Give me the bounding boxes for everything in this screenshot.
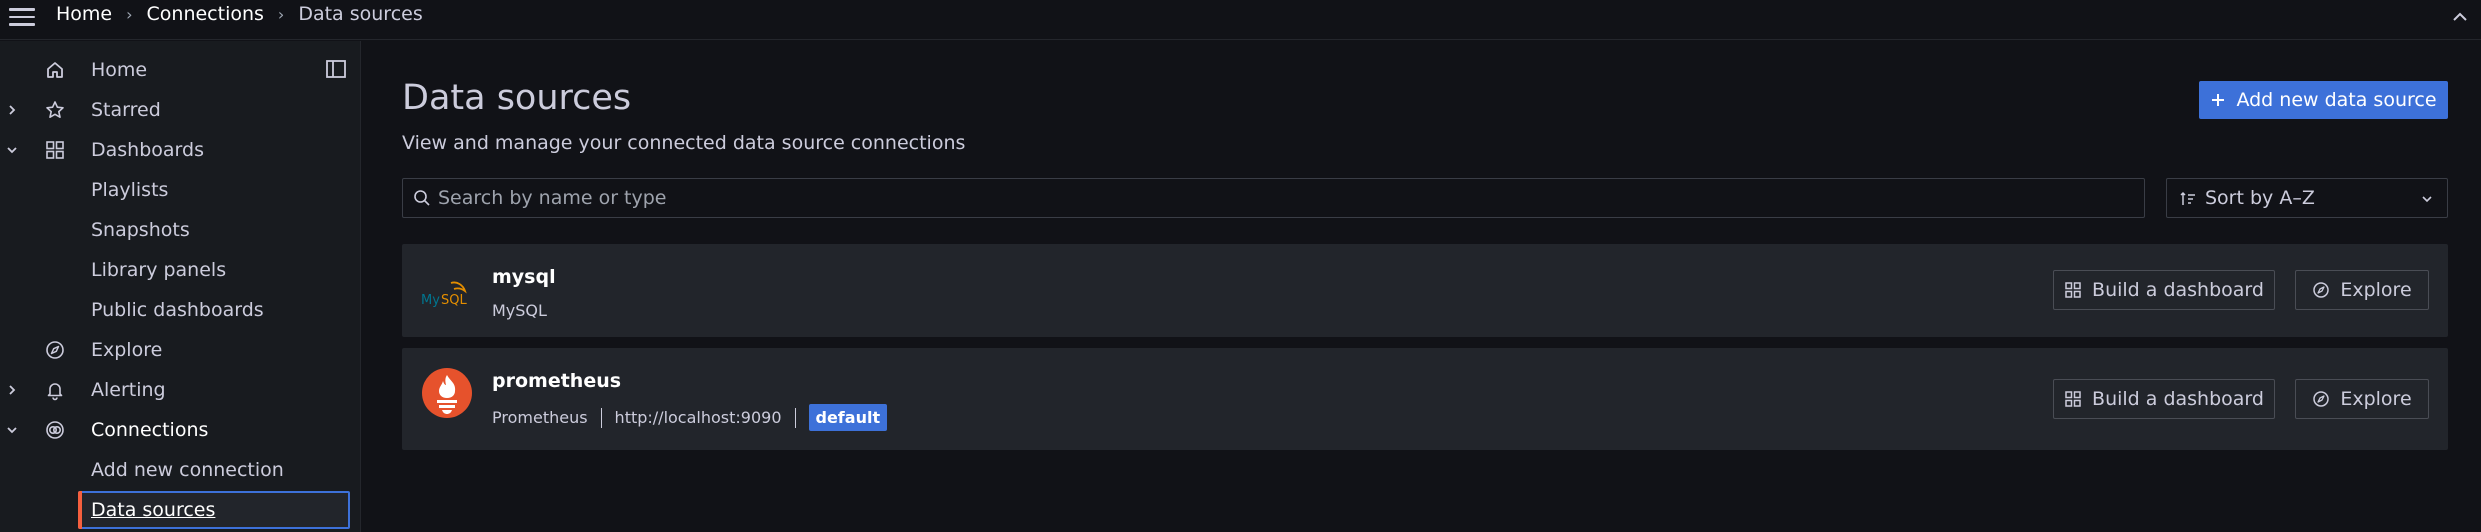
datasource-card-prometheus[interactable]: prometheus Prometheus http://localhost:9… — [402, 348, 2448, 450]
datasource-type: MySQL — [492, 301, 547, 320]
sidebar-item-label: Explore — [91, 339, 163, 361]
top-bar: Home › Connections › Data sources — [0, 0, 2481, 40]
home-icon — [47, 62, 63, 78]
link-icon — [46, 421, 64, 439]
page-subtitle: View and manage your connected data sour… — [402, 132, 966, 154]
sidebar: Home Starred Dashboards Playlists Snapsh… — [0, 41, 361, 532]
sidebar-item-snapshots[interactable]: Snapshots — [0, 210, 361, 250]
page-title: Data sources — [402, 78, 632, 118]
breadcrumb: Home › Connections › Data sources — [56, 3, 423, 25]
add-new-data-source-button[interactable]: Add new data source — [2199, 81, 2448, 119]
add-new-data-source-label: Add new data source — [2236, 89, 2437, 111]
sidebar-item-explore[interactable]: Explore — [0, 330, 361, 370]
sidebar-item-label: Playlists — [91, 179, 169, 201]
meta-divider — [600, 407, 602, 428]
datasource-type: Prometheus — [492, 408, 588, 427]
build-dashboard-label: Build a dashboard — [2092, 388, 2264, 410]
chevron-up-icon[interactable] — [2449, 6, 2471, 28]
chevron-right-icon[interactable] — [5, 103, 19, 117]
sidebar-item-label: Alerting — [91, 379, 166, 401]
sidebar-item-connections[interactable]: Connections — [0, 410, 361, 450]
breadcrumb-separator: › — [277, 4, 285, 24]
sidebar-item-label: Dashboards — [91, 139, 204, 161]
breadcrumb-current: Data sources — [298, 3, 423, 25]
chevron-down-icon[interactable] — [5, 143, 19, 157]
star-icon — [46, 101, 64, 118]
search-input[interactable] — [438, 179, 2128, 217]
sidebar-item-library-panels[interactable]: Library panels — [0, 250, 361, 290]
sidebar-item-add-new-connection[interactable]: Add new connection — [0, 450, 361, 490]
compass-icon — [2313, 282, 2330, 298]
datasource-card-mysql[interactable]: My SQL mysql MySQL Build a dashboard Exp… — [402, 244, 2448, 337]
sidebar-item-public-dashboards[interactable]: Public dashboards — [0, 290, 361, 330]
sidebar-item-starred[interactable]: Starred — [0, 90, 361, 130]
breadcrumb-separator: › — [126, 4, 133, 24]
compass-icon — [2313, 391, 2330, 407]
sidebar-item-label: Public dashboards — [91, 299, 264, 321]
svg-text:My: My — [421, 293, 440, 308]
apps-icon — [46, 141, 64, 159]
sidebar-item-label: Home — [91, 59, 148, 81]
build-dashboard-button[interactable]: Build a dashboard — [2053, 379, 2275, 419]
sidebar-item-label: Data sources — [91, 499, 216, 521]
prometheus-logo-icon — [422, 368, 472, 418]
compass-icon — [46, 341, 64, 359]
menu-icon[interactable] — [9, 8, 35, 26]
plus-icon — [2212, 94, 2225, 106]
datasource-meta: Prometheus http://localhost:9090 default — [492, 404, 888, 431]
mysql-logo-icon: My SQL — [421, 281, 467, 308]
breadcrumb-home[interactable]: Home — [56, 3, 112, 25]
build-dashboard-label: Build a dashboard — [2092, 279, 2264, 301]
sort-select[interactable]: Sort by A–Z — [2166, 178, 2448, 218]
explore-button[interactable]: Explore — [2295, 379, 2429, 419]
sidebar-item-label: Library panels — [91, 259, 227, 281]
sidebar-item-label: Connections — [91, 419, 209, 441]
sidebar-item-label: Snapshots — [91, 219, 190, 241]
build-dashboard-button[interactable]: Build a dashboard — [2053, 270, 2275, 310]
datasource-meta: MySQL — [492, 301, 547, 320]
svg-text:SQL: SQL — [441, 293, 467, 308]
datasource-url: http://localhost:9090 — [614, 408, 782, 427]
explore-label: Explore — [2340, 279, 2412, 301]
apps-icon — [2065, 391, 2081, 407]
meta-divider — [794, 407, 796, 428]
sort-select-value: Sort by A–Z — [2205, 187, 2315, 209]
sidebar-item-alerting[interactable]: Alerting — [0, 370, 361, 410]
explore-button[interactable]: Explore — [2295, 270, 2429, 310]
sidebar-item-home[interactable]: Home — [0, 50, 361, 90]
datasource-name[interactable]: mysql — [492, 266, 556, 288]
chevron-down-icon — [2422, 196, 2432, 203]
datasource-name[interactable]: prometheus — [492, 370, 621, 392]
sidebar-item-label: Starred — [91, 99, 161, 121]
chevron-down-icon[interactable] — [5, 423, 19, 437]
sidebar-item-playlists[interactable]: Playlists — [0, 170, 361, 210]
bell-icon — [47, 383, 63, 401]
search-box — [402, 178, 2145, 218]
active-indicator — [78, 491, 82, 529]
breadcrumb-connections[interactable]: Connections — [147, 3, 264, 25]
chevron-right-icon[interactable] — [5, 383, 19, 397]
sidebar-item-dashboards[interactable]: Dashboards — [0, 130, 361, 170]
sort-amount-icon — [2180, 191, 2195, 205]
sidebar-item-label: Add new connection — [91, 459, 284, 481]
apps-icon — [2065, 282, 2081, 298]
default-badge: default — [808, 404, 888, 431]
explore-label: Explore — [2340, 388, 2412, 410]
search-icon — [414, 190, 430, 206]
